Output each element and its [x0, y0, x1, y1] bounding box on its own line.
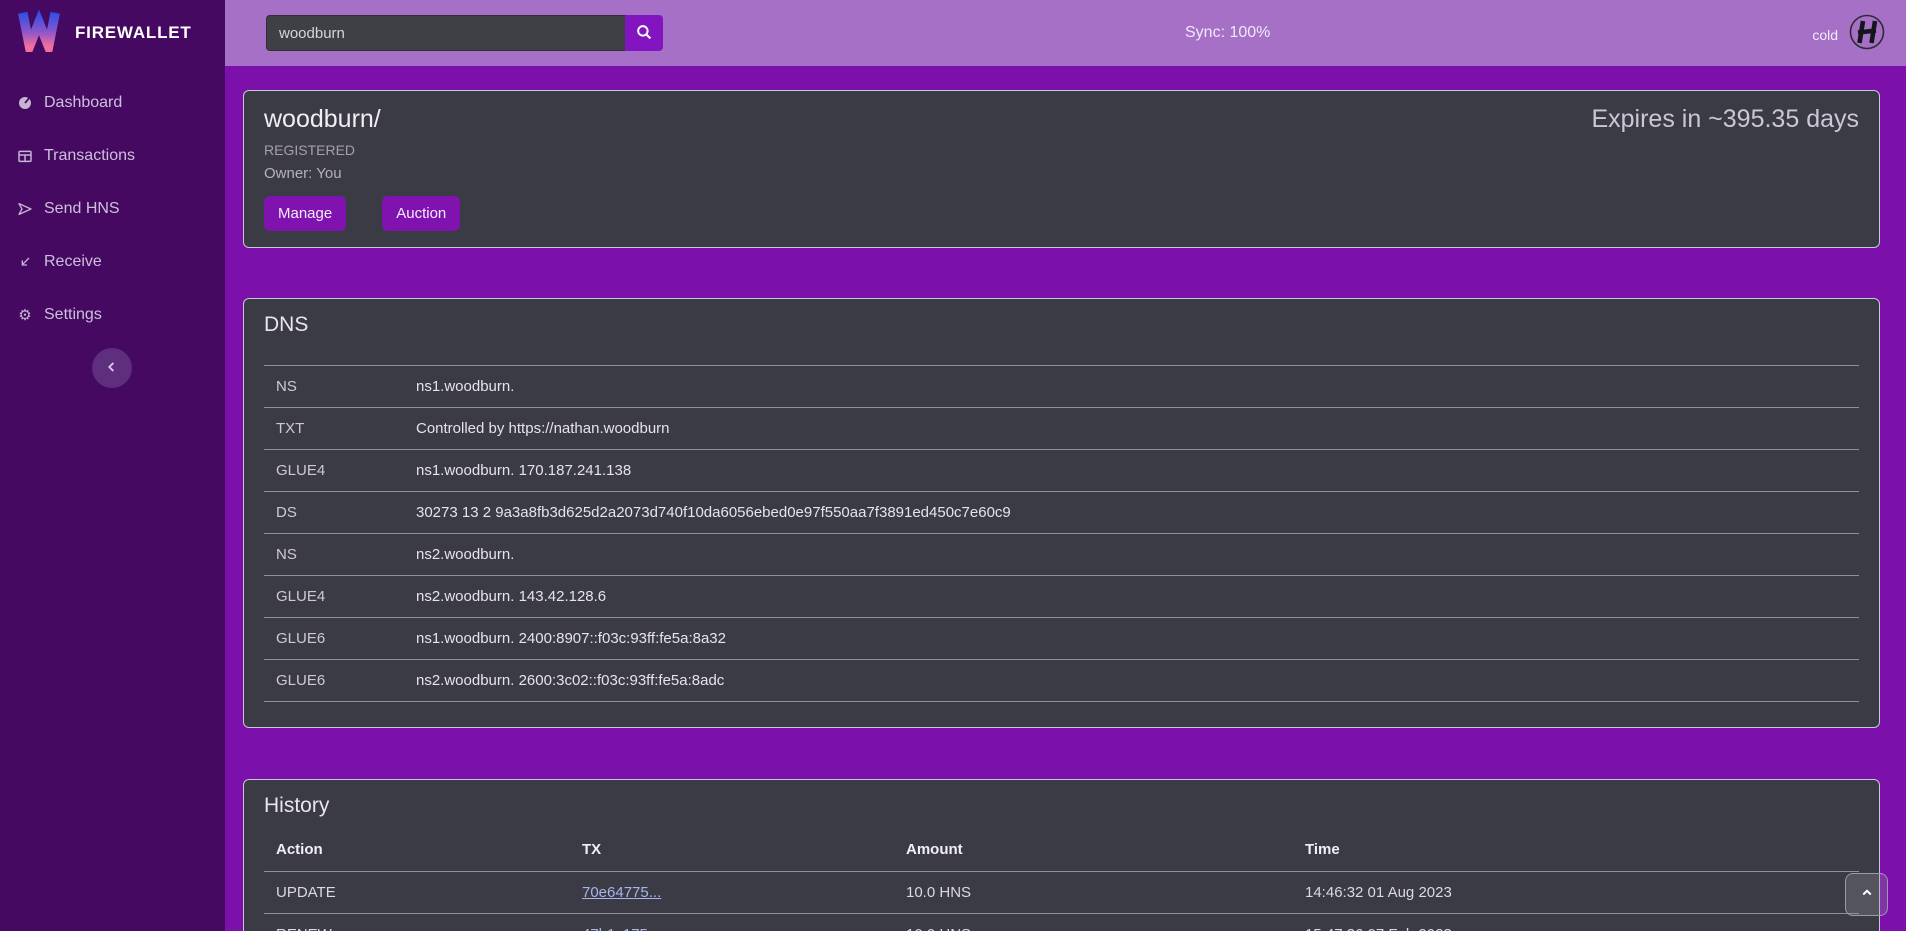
brand-header[interactable]: FIREWALLET: [0, 0, 225, 66]
chevron-left-icon: [104, 359, 120, 378]
dns-record-type: NS: [264, 534, 404, 576]
history-time: 15:47:36 07 Feb 2023: [1293, 914, 1859, 931]
scroll-to-top-button[interactable]: [1845, 873, 1888, 916]
firewallet-logo-icon: [16, 10, 62, 57]
history-card: History Action TX Amount Time UPDATE 70e…: [243, 779, 1880, 931]
dns-record-row: TXT Controlled by https://nathan.woodbur…: [264, 408, 1859, 450]
history-amount: 10.0 HNS: [894, 914, 1293, 931]
sidebar-item-transactions[interactable]: Transactions: [0, 129, 225, 182]
history-header-row: Action TX Amount Time: [264, 828, 1859, 872]
history-col-tx: TX: [570, 828, 894, 872]
handshake-icon: [1848, 13, 1886, 56]
sidebar-item-dashboard[interactable]: Dashboard: [0, 76, 225, 129]
dns-card: DNS NS ns1.woodburn. TXT Controlled by h…: [243, 298, 1880, 728]
dns-record-row: GLUE4 ns2.woodburn. 143.42.128.6: [264, 576, 1859, 618]
history-row: UPDATE 70e64775... 10.0 HNS 14:46:32 01 …: [264, 872, 1859, 914]
sidebar-item-send-hns[interactable]: Send HNS: [0, 182, 225, 235]
dns-record-row: NS ns1.woodburn.: [264, 366, 1859, 408]
dns-record-row: GLUE6 ns2.woodburn. 2600:3c02::f03c:93ff…: [264, 660, 1859, 702]
sidebar-item-receive[interactable]: Receive: [0, 235, 225, 288]
dns-record-type: DS: [264, 492, 404, 534]
arrow-down-left-icon: [17, 254, 33, 270]
sidebar-item-label: Receive: [44, 253, 102, 271]
domain-owner: Owner: You: [264, 165, 1859, 182]
brand-name: FIREWALLET: [75, 23, 192, 43]
dns-table: NS ns1.woodburn. TXT Controlled by https…: [264, 365, 1859, 702]
search-icon: [635, 23, 653, 44]
dns-record-type: TXT: [264, 408, 404, 450]
dns-record-type: GLUE6: [264, 618, 404, 660]
dns-record-value: ns2.woodburn. 143.42.128.6: [404, 576, 1859, 618]
dns-record-value: ns1.woodburn. 170.187.241.138: [404, 450, 1859, 492]
sidebar-item-label: Transactions: [44, 147, 135, 165]
domain-card: woodburn/ Expires in ~395.35 days REGIST…: [243, 90, 1880, 248]
sidebar-item-label: Send HNS: [44, 200, 120, 218]
sidebar-item-label: Dashboard: [44, 94, 122, 112]
dns-record-type: GLUE4: [264, 450, 404, 492]
sidebar-item-label: Settings: [44, 306, 102, 324]
dns-record-type: GLUE6: [264, 660, 404, 702]
history-table: Action TX Amount Time UPDATE 70e64775...…: [264, 828, 1859, 931]
dns-record-value: Controlled by https://nathan.woodburn: [404, 408, 1859, 450]
paper-plane-icon: [17, 201, 33, 217]
chevron-up-icon: [1858, 884, 1876, 905]
dns-record-row: GLUE4 ns1.woodburn. 170.187.241.138: [264, 450, 1859, 492]
wallet-selector[interactable]: cold: [1812, 13, 1886, 56]
domain-name-title: woodburn/: [264, 105, 381, 134]
dns-record-row: GLUE6 ns1.woodburn. 2400:8907::f03c:93ff…: [264, 618, 1859, 660]
search-input[interactable]: [266, 15, 625, 51]
history-col-amount: Amount: [894, 828, 1293, 872]
dns-record-value: ns1.woodburn.: [404, 366, 1859, 408]
main-content: woodburn/ Expires in ~395.35 days REGIST…: [225, 66, 1906, 931]
dns-section-title: DNS: [264, 313, 1859, 337]
dns-record-value: 30273 13 2 9a3a8fb3d625d2a2073d740f10da6…: [404, 492, 1859, 534]
history-row: RENEW 47b1c175... 10.0 HNS 15:47:36 07 F…: [264, 914, 1859, 931]
auction-button[interactable]: Auction: [382, 196, 460, 231]
sidebar: FIREWALLET Dashboard Transactions: [0, 0, 225, 931]
domain-expiry: Expires in ~395.35 days: [1591, 105, 1859, 134]
sync-status: Sync: 100%: [1185, 24, 1270, 42]
wallet-name-label: cold: [1812, 27, 1838, 43]
tx-link[interactable]: 70e64775...: [582, 884, 661, 901]
history-section-title: History: [264, 794, 1859, 818]
tx-link[interactable]: 47b1c175...: [582, 926, 660, 931]
search-bar: [266, 15, 663, 51]
table-icon: [17, 148, 33, 164]
dns-record-type: GLUE4: [264, 576, 404, 618]
history-time: 14:46:32 01 Aug 2023: [1293, 872, 1859, 914]
sidebar-nav: Dashboard Transactions Send HNS: [0, 66, 225, 341]
history-col-time: Time: [1293, 828, 1859, 872]
dns-record-row: NS ns2.woodburn.: [264, 534, 1859, 576]
dns-record-value: ns2.woodburn. 2600:3c02::f03c:93ff:fe5a:…: [404, 660, 1859, 702]
dns-record-row: DS 30273 13 2 9a3a8fb3d625d2a2073d740f10…: [264, 492, 1859, 534]
history-col-action: Action: [264, 828, 570, 872]
history-action: RENEW: [264, 914, 570, 931]
history-action: UPDATE: [264, 872, 570, 914]
gear-icon: ⚙: [17, 307, 33, 323]
sidebar-collapse-button[interactable]: [92, 348, 132, 388]
manage-button[interactable]: Manage: [264, 196, 346, 231]
search-button[interactable]: [625, 15, 663, 51]
gauge-icon: [17, 95, 33, 111]
dns-record-value: ns1.woodburn. 2400:8907::f03c:93ff:fe5a:…: [404, 618, 1859, 660]
topbar: Sync: 100% cold: [225, 0, 1906, 66]
dns-record-type: NS: [264, 366, 404, 408]
domain-status: REGISTERED: [264, 142, 1859, 158]
dns-record-value: ns2.woodburn.: [404, 534, 1859, 576]
sidebar-item-settings[interactable]: ⚙ Settings: [0, 288, 225, 341]
history-amount: 10.0 HNS: [894, 872, 1293, 914]
